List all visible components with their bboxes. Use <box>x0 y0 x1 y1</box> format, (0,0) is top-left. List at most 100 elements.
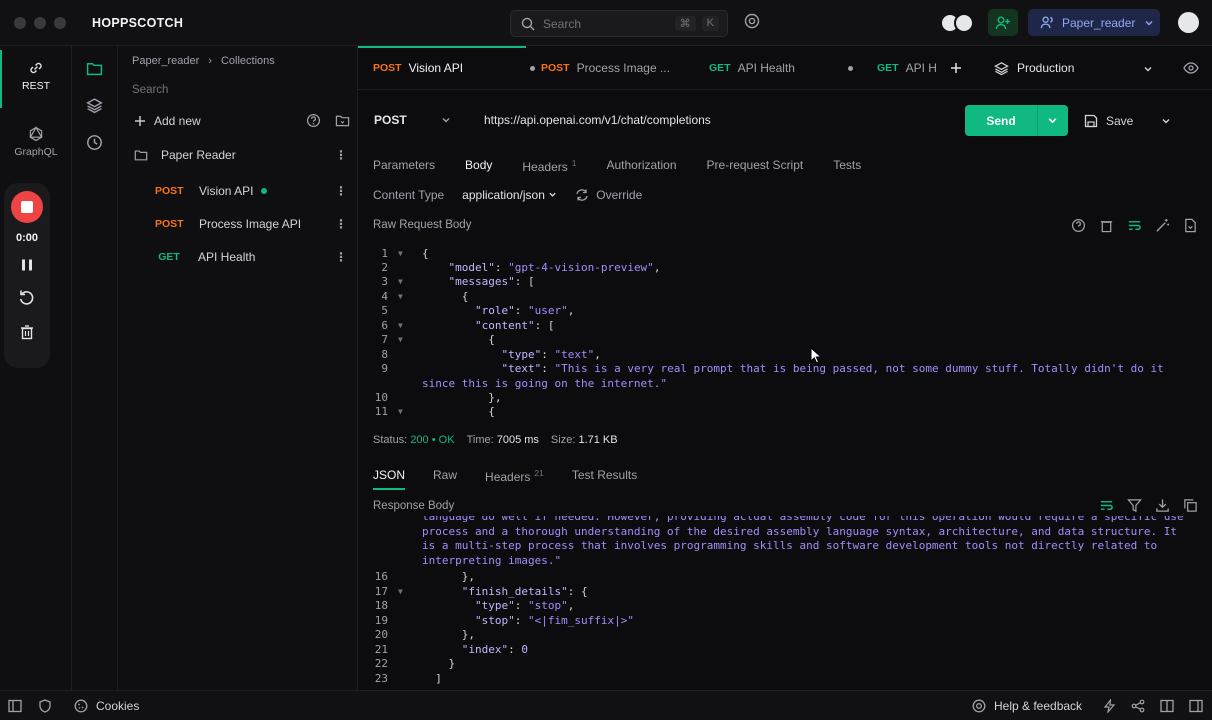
headers-count: 1 <box>571 158 577 168</box>
size-label: Size: <box>550 434 576 446</box>
sidebar-toggle-icon[interactable] <box>8 699 22 713</box>
help-feedback-button[interactable]: Help & feedback <box>972 699 1082 713</box>
tab-label: Vision API <box>408 61 464 75</box>
collaborator-avatars[interactable] <box>940 13 974 33</box>
global-search[interactable]: Search ⌘ K <box>510 10 728 37</box>
code-line: 20 }, <box>374 628 475 641</box>
tab-pre-request-script[interactable]: Pre-request Script <box>707 158 804 174</box>
environment-selector[interactable]: Production <box>994 46 1074 90</box>
copy-icon[interactable] <box>1183 498 1198 513</box>
code-line: 7 ▼ { <box>381 333 495 346</box>
file-import-icon[interactable] <box>1183 218 1198 233</box>
add-new-button[interactable]: Add new <box>134 114 201 128</box>
collections-search-input[interactable]: Search <box>132 84 342 96</box>
tab-process-image[interactable]: POST Process Image ... <box>541 46 670 90</box>
method-select[interactable]: POST <box>374 106 460 134</box>
more-vertical-icon[interactable]: ⋮ <box>335 184 347 198</box>
tab-parameters[interactable]: Parameters <box>373 158 435 174</box>
tab-headers[interactable]: Headers 1 <box>522 158 576 174</box>
import-folder-icon[interactable] <box>335 113 350 128</box>
cookies-button[interactable]: Cookies <box>74 699 139 713</box>
user-plus-icon <box>995 16 1010 29</box>
tab-authorization[interactable]: Authorization <box>606 158 676 174</box>
status-text: OK <box>438 434 455 446</box>
tab-api-health[interactable]: GET API Health <box>709 46 853 90</box>
more-vertical-icon[interactable]: ⋮ <box>335 217 347 231</box>
size-value: 1.71 KB <box>578 434 618 446</box>
magic-wand-icon[interactable] <box>1155 218 1170 233</box>
history-icon[interactable] <box>86 134 103 151</box>
code-line: 2 "model": "gpt-4-vision-preview", <box>381 261 661 274</box>
tab-response-headers[interactable]: Headers 21 <box>485 468 544 490</box>
code-line: 22 } <box>374 657 456 670</box>
code-line: 3 ▼ "messages": [ <box>381 275 535 288</box>
filter-icon[interactable] <box>1127 498 1142 513</box>
new-tab-plus-icon[interactable] <box>950 62 962 74</box>
content-type-value: application/json <box>462 188 545 202</box>
nav-rest[interactable]: REST <box>0 60 72 92</box>
send-button[interactable]: Send <box>965 105 1068 136</box>
tab-test-results[interactable]: Test Results <box>572 468 637 490</box>
record-stop-button[interactable] <box>11 191 43 223</box>
stop-icon <box>21 201 33 213</box>
tree-request-item[interactable]: POST Vision API ⋮ <box>118 178 358 204</box>
breadcrumb-workspace[interactable]: Paper_reader <box>132 55 199 67</box>
split-view-icon[interactable] <box>1160 699 1174 713</box>
request-body-editor[interactable]: 1 ▼{ 2 "model": "gpt-4-vision-preview", 3… <box>358 245 1212 417</box>
window-controls[interactable] <box>14 16 66 29</box>
tab-method: POST <box>373 62 402 74</box>
trash-icon[interactable] <box>19 324 35 340</box>
more-vertical-icon[interactable]: ⋮ <box>335 250 347 264</box>
trash-icon[interactable] <box>1099 218 1114 233</box>
layers-icon[interactable] <box>86 97 103 114</box>
chevron-down-icon[interactable] <box>1143 64 1153 74</box>
request-name: API Health <box>198 250 256 264</box>
share-icon[interactable] <box>1131 699 1145 713</box>
unsaved-dot <box>530 65 536 71</box>
request-method: POST <box>155 218 184 230</box>
wrap-lines-icon[interactable] <box>1099 498 1114 513</box>
support-icon[interactable] <box>744 13 760 29</box>
code-line: 18 "type": "stop", <box>374 599 575 612</box>
pause-icon[interactable] <box>20 258 34 272</box>
code-line: 5 "role": "user", <box>381 304 575 317</box>
tab-label: API H <box>905 61 937 75</box>
help-circle-icon[interactable] <box>1071 218 1086 233</box>
tree-request-item[interactable]: POST Process Image API ⋮ <box>118 211 358 237</box>
shield-icon[interactable] <box>38 698 52 713</box>
lightning-icon[interactable] <box>1103 699 1116 713</box>
invite-user-button[interactable] <box>988 9 1018 36</box>
restart-icon[interactable] <box>18 289 36 307</box>
user-avatar[interactable] <box>1178 12 1199 33</box>
tab-vision-api[interactable]: POST Vision API <box>373 46 536 90</box>
folder-icon[interactable] <box>86 60 103 77</box>
override-button[interactable]: Override <box>575 188 642 202</box>
nav-graphql[interactable]: GraphQL <box>0 126 72 158</box>
url-input[interactable]: https://api.openai.com/v1/chat/completio… <box>472 106 952 134</box>
tree-request-item[interactable]: GET API Health ⋮ <box>118 244 358 270</box>
content-type-select[interactable]: application/json <box>462 188 557 202</box>
workspace-selector[interactable]: Paper_reader <box>1028 9 1160 36</box>
time-value: 7005 ms <box>496 434 539 446</box>
tab-api-health-2[interactable]: GET API H <box>877 46 937 90</box>
tab-raw[interactable]: Raw <box>433 468 457 490</box>
chevron-down-icon[interactable] <box>1161 116 1171 126</box>
collection-folder[interactable]: Paper Reader ⋮ <box>118 142 358 168</box>
code-line: language do well if needed. However, pro… <box>422 516 1184 567</box>
eye-icon[interactable] <box>1183 61 1199 75</box>
tab-body[interactable]: Body <box>465 158 492 174</box>
breadcrumb-separator: › <box>208 55 212 67</box>
collections-panel: Paper_reader › Collections Search Add ne… <box>118 46 358 690</box>
right-panel-icon[interactable] <box>1189 699 1203 713</box>
wrap-lines-icon[interactable] <box>1127 218 1142 233</box>
tab-tests[interactable]: Tests <box>833 158 861 174</box>
download-icon[interactable] <box>1155 498 1170 513</box>
layers-icon <box>994 61 1009 75</box>
save-button[interactable]: Save <box>1084 105 1174 136</box>
help-circle-icon[interactable] <box>306 113 321 128</box>
tab-json[interactable]: JSON <box>373 468 406 490</box>
more-vertical-icon[interactable]: ⋮ <box>335 148 347 162</box>
response-body-viewer[interactable]: language do well if needed. However, pro… <box>358 516 1212 688</box>
chevron-down-icon[interactable] <box>1047 115 1058 126</box>
code-line: 6 ▼ "content": [ <box>381 319 555 332</box>
